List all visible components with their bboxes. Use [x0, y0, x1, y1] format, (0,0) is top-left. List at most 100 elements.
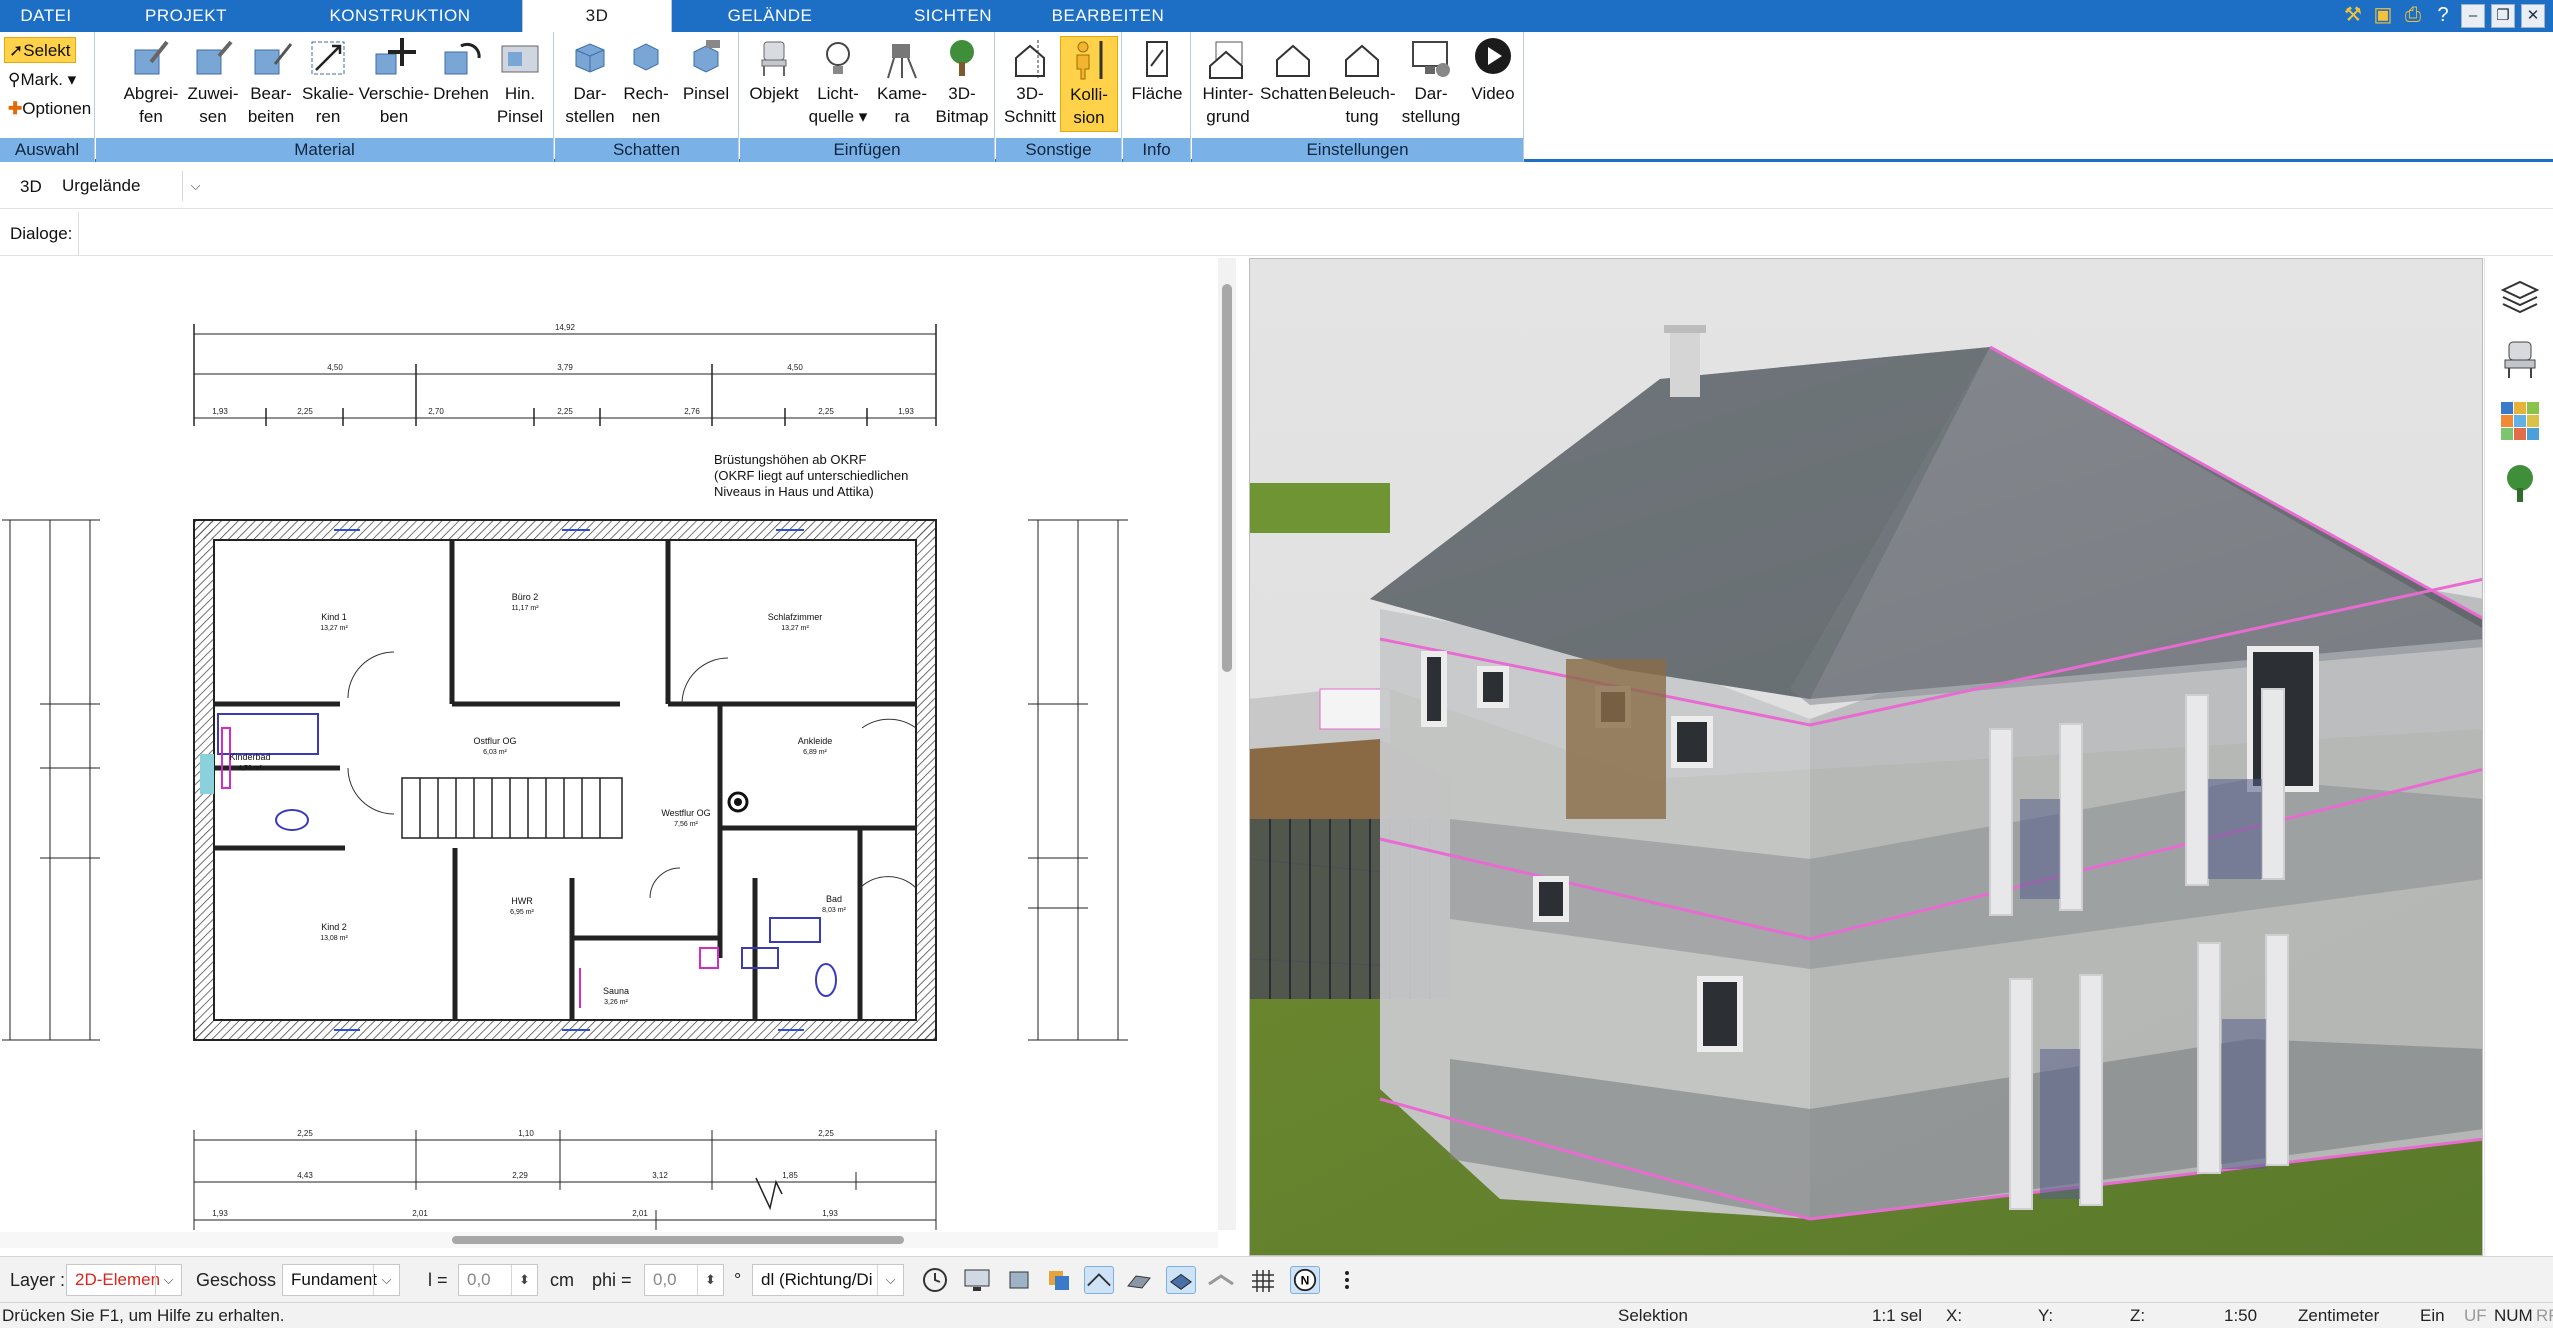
monitor-icon[interactable]: [962, 1266, 992, 1294]
direction-select[interactable]: dl (Richtung/Di ⌵: [752, 1264, 904, 1296]
room-area: 13,08 m²: [320, 935, 348, 942]
view-toolbar: 3D Urgelände ⌵: [0, 165, 2553, 209]
length-input[interactable]: 0,0 ⬍: [458, 1264, 538, 1296]
room-name: Schlafzimmer: [768, 612, 823, 622]
clock-icon[interactable]: [920, 1266, 950, 1294]
schatten-pinsel-button[interactable]: Pinsel: [676, 36, 736, 132]
scale-status: 1:50: [2224, 1306, 2258, 1325]
schatten-darstellen-button[interactable]: Dar-stellen: [560, 36, 620, 132]
person-collision-icon: [1076, 41, 1103, 80]
kollision-button[interactable]: Kolli-sion: [1060, 36, 1118, 132]
bearbeiten-button[interactable]: Bear-beiten: [240, 36, 302, 132]
lichtquelle-button[interactable]: Licht-quelle ▾: [806, 36, 870, 132]
tab-projekt[interactable]: PROJEKT: [92, 0, 280, 32]
hintergrund-button[interactable]: Hinter-grund: [1196, 36, 1260, 132]
geschoss-value: Fundament: [291, 1270, 377, 1289]
kamera-button[interactable]: Kame-ra: [872, 36, 932, 132]
selekt-button[interactable]: ➚Selekt: [4, 37, 76, 63]
room-area: 6,95 m²: [510, 909, 534, 916]
area-icon: [1146, 41, 1168, 77]
phi-input[interactable]: 0,0 ⬍: [644, 1264, 724, 1296]
plan-vertical-scrollbar[interactable]: [1218, 258, 1236, 1230]
terrain-select[interactable]: Urgelände ⌵: [54, 171, 208, 203]
tools-icon[interactable]: ⚒: [2341, 4, 2365, 28]
print-icon[interactable]: ⎙: [2401, 4, 2425, 28]
camera-icon: [887, 44, 917, 79]
abgreifen-button[interactable]: Abgrei-fen: [118, 36, 184, 132]
walk-icon[interactable]: [1004, 1266, 1034, 1294]
stepper-icon[interactable]: ⬍: [511, 1265, 537, 1295]
plan-horizontal-scrollbar[interactable]: [0, 1232, 1218, 1248]
shadow-display-icon: [575, 43, 605, 73]
room-area: 3,26 m²: [604, 999, 628, 1006]
schatten-rechnen-button[interactable]: Rech-nen: [616, 36, 676, 132]
group-auswahl: ➚Selekt ⚲Mark. ▾ ✚Optionen Auswahl: [0, 32, 95, 162]
section-cut-icon: [1015, 40, 1045, 78]
tab-gelaende[interactable]: GELÄNDE: [672, 0, 868, 32]
roof-view-icon[interactable]: [1084, 1266, 1114, 1294]
darstellung-button[interactable]: Dar-stellung: [1398, 36, 1464, 132]
tab-datei[interactable]: DATEI: [0, 0, 92, 32]
hin-pinsel-button[interactable]: Hin. Pinsel: [490, 36, 550, 132]
einstellungen-schatten-button[interactable]: Schatten: [1260, 36, 1327, 132]
beleuchtung-button[interactable]: Beleuch-tung: [1328, 36, 1396, 132]
dim-top-1: 3,79: [557, 363, 573, 372]
mark-dropdown[interactable]: ⚲Mark. ▾: [4, 67, 80, 93]
terrain-view-icon[interactable]: [1206, 1266, 1236, 1294]
north-icon[interactable]: N: [1290, 1266, 1320, 1294]
floor-view-icon[interactable]: [1166, 1266, 1196, 1294]
plus-icon: ✚: [8, 99, 23, 118]
group-label-schatten: Schatten: [555, 138, 738, 162]
room-name: Bad: [826, 894, 842, 904]
optionen-button[interactable]: ✚Optionen: [4, 96, 95, 122]
help-icon[interactable]: ?: [2431, 4, 2455, 28]
clipboard-icon[interactable]: ▣: [2371, 4, 2395, 28]
length-unit: cm: [550, 1270, 574, 1290]
skalieren-button[interactable]: Skalie-ren: [298, 36, 358, 132]
3d-view[interactable]: [1249, 258, 2483, 1256]
background-icon: [1209, 41, 1243, 79]
shadow-compute-icon: [633, 43, 659, 71]
scroll-thumb[interactable]: [1222, 284, 1232, 672]
more-icon[interactable]: [1332, 1266, 1362, 1294]
verschieben-button[interactable]: Verschie-ben: [356, 36, 432, 132]
video-button[interactable]: Video: [1464, 36, 1522, 132]
room-area: 6,03 m²: [483, 749, 507, 756]
floor-plan-view[interactable]: 14,92 4,50 3,79 4,50 1,93 2,25 2,70 2,25…: [0, 258, 1218, 1230]
furniture-icon[interactable]: [2499, 338, 2541, 380]
schnitt-3d-button[interactable]: 3D- Schnitt: [1000, 36, 1060, 132]
render-icon[interactable]: [1044, 1266, 1074, 1294]
geschoss-select[interactable]: Fundament ⌵: [282, 1264, 400, 1296]
tab-konstruktion[interactable]: KONSTRUKTION: [280, 0, 520, 32]
restore-button[interactable]: ❐: [2491, 4, 2515, 28]
wall-view-icon[interactable]: [1124, 1266, 1154, 1294]
scroll-thumb[interactable]: [452, 1236, 904, 1244]
minimize-button[interactable]: –: [2461, 4, 2485, 28]
length-label: l =: [428, 1270, 448, 1290]
close-button[interactable]: ✕: [2521, 4, 2545, 28]
layer-select[interactable]: 2D-Elemente ⌵: [66, 1264, 182, 1296]
bitmap-3d-button[interactable]: 3D- Bitmap: [932, 36, 992, 132]
play-icon: [1475, 38, 1511, 74]
materials-icon[interactable]: [2499, 400, 2541, 442]
note-line-1: Brüstungshöhen ab OKRF: [714, 452, 867, 467]
room-area: 13,27 m²: [320, 625, 348, 632]
layer-value: 2D-Elemente: [75, 1270, 159, 1289]
dim-top2-5: 2,25: [818, 407, 834, 416]
drehen-button[interactable]: Drehen: [430, 36, 492, 132]
terrain-value: Urgelände: [62, 176, 141, 195]
geschoss-label: Geschoss :: [196, 1270, 287, 1290]
tab-bearbeiten[interactable]: BEARBEITEN: [1038, 0, 1178, 32]
tab-3d[interactable]: 3D: [522, 0, 672, 32]
plants-icon[interactable]: [2499, 462, 2541, 504]
grid-icon[interactable]: [1248, 1266, 1278, 1294]
objekt-button[interactable]: Objekt: [744, 36, 804, 132]
x-coordinate: X:: [1946, 1306, 1963, 1325]
zuweisen-button[interactable]: Zuwei-sen: [182, 36, 244, 132]
app-window: DATEI PROJEKT KONSTRUKTION 3D GELÄNDE SI…: [0, 0, 2553, 1328]
tab-sichten[interactable]: SICHTEN: [868, 0, 1038, 32]
layers-icon[interactable]: [2499, 276, 2541, 318]
group-label-einfuegen: Einfügen: [740, 138, 994, 162]
flaeche-button[interactable]: Fläche: [1126, 36, 1188, 132]
stepper-icon[interactable]: ⬍: [697, 1265, 723, 1295]
